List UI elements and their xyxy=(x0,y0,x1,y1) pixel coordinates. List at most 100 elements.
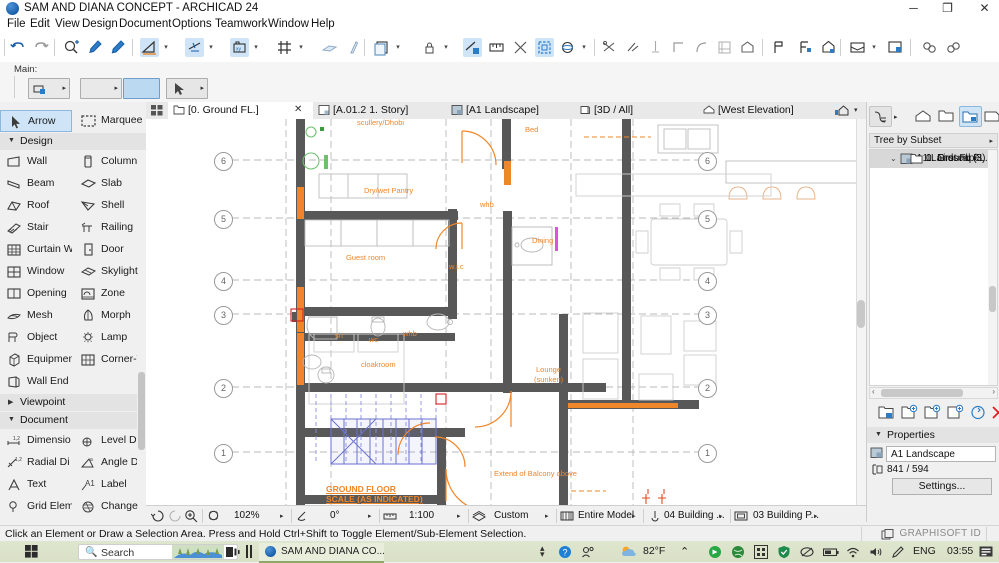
fit-in-window-icon[interactable] xyxy=(207,509,221,526)
grid-bubble-left-1[interactable]: 1 xyxy=(214,444,233,463)
properties-header[interactable]: ▼ Properties xyxy=(867,427,999,443)
people-icon[interactable] xyxy=(581,545,595,559)
graphisoft-id-icon[interactable] xyxy=(881,529,894,540)
magic-wand-icon[interactable] xyxy=(344,38,363,57)
zoom-level-value[interactable]: 102% xyxy=(234,510,260,521)
grid-bubble-left-3[interactable]: 3 xyxy=(214,306,233,325)
penset-value[interactable]: 04 Building ... xyxy=(664,510,725,521)
clock[interactable]: 03:55 xyxy=(947,545,973,557)
tree-by-subset-selector[interactable]: Tree by Subset ▸ xyxy=(869,133,998,148)
teamwork-send-icon[interactable] xyxy=(920,38,939,57)
pause-icon[interactable] xyxy=(244,545,254,561)
orientation-icon[interactable] xyxy=(295,509,309,526)
layers-caret[interactable]: ▾ xyxy=(394,44,402,52)
guide-lines-caret[interactable]: ▾ xyxy=(162,44,170,52)
tray-nodisturb-icon[interactable] xyxy=(800,545,814,559)
save-view-icon[interactable] xyxy=(886,38,905,57)
grid-bubble-right-4[interactable]: 4 xyxy=(698,272,717,291)
grid-bubble-left-4[interactable]: 4 xyxy=(214,272,233,291)
language-indicator[interactable]: ENG xyxy=(913,545,936,557)
scale-caret[interactable]: ▸ xyxy=(457,512,461,520)
grid-bubble-left-5[interactable]: 5 xyxy=(214,210,233,229)
tool-change[interactable]: Change xyxy=(74,496,146,518)
tool-object[interactable]: Object xyxy=(0,327,72,349)
modelview-value[interactable]: 03 Building P... xyxy=(753,510,819,521)
tray-battery-icon[interactable] xyxy=(822,545,839,559)
tool-level-dimension[interactable]: Level Dim xyxy=(74,430,146,452)
delete-icon[interactable] xyxy=(990,404,999,422)
tool-equipment[interactable]: Equipmen xyxy=(0,349,72,371)
grid-bubble-left-2[interactable]: 2 xyxy=(214,379,233,398)
tray-security-icon[interactable] xyxy=(777,545,791,559)
tab-a1-landscape[interactable]: [A1 Landscape] xyxy=(446,102,574,119)
canvas-scroll-thumb[interactable] xyxy=(857,300,865,328)
project-map-icon[interactable] xyxy=(913,106,936,127)
snap-points-caret[interactable]: ▾ xyxy=(207,44,215,52)
help-icon[interactable]: ? xyxy=(558,545,572,559)
gravity-icon[interactable] xyxy=(320,38,339,57)
lock-icon[interactable] xyxy=(420,38,439,57)
windows-start-icon[interactable] xyxy=(25,545,38,558)
favorites-box[interactable]: ▸ xyxy=(80,78,122,99)
tool-railing[interactable]: Railing xyxy=(74,217,146,239)
update-icon[interactable] xyxy=(969,404,988,422)
tool-arrow[interactable]: Arrow xyxy=(0,110,72,132)
element-transfer-icon[interactable] xyxy=(463,38,482,57)
modelview-icon[interactable] xyxy=(734,509,748,526)
tool-shell[interactable]: Shell xyxy=(74,195,146,217)
tool-morph[interactable]: Morph xyxy=(74,305,146,327)
tool-mesh[interactable]: Mesh xyxy=(0,305,72,327)
tab-close-icon[interactable]: ✕ xyxy=(294,104,302,115)
tab-west-elevation[interactable]: [West Elevation] xyxy=(698,102,828,119)
grid-bubble-right-5[interactable]: 5 xyxy=(698,210,717,229)
grid-snap-caret[interactable]: ▾ xyxy=(297,44,305,52)
tree-vertical-scrollbar[interactable] xyxy=(988,150,997,385)
arrow-tool-caret[interactable]: ▸ xyxy=(200,84,204,92)
tree-by-subset-caret[interactable]: ▸ xyxy=(989,137,993,145)
tool-curtain-wall[interactable]: Curtain W xyxy=(0,239,72,261)
tool-zone[interactable]: Zone xyxy=(74,283,146,305)
menu-edit[interactable]: Edit xyxy=(30,18,50,30)
color-swatch-box[interactable] xyxy=(123,78,160,99)
tool-wall-end[interactable]: Wall End xyxy=(0,371,72,393)
orbit-icon[interactable] xyxy=(558,38,577,57)
floor-plan-canvas[interactable]: 6 5 4 3 2 1 6 5 4 3 2 1 scullery/Dhobi B… xyxy=(146,119,866,505)
snap-guides-icon[interactable]: xy xyxy=(230,38,249,57)
tool-fill[interactable]: Fill xyxy=(0,518,72,522)
grid-bubble-right-2[interactable]: 2 xyxy=(698,379,717,398)
grid-bubble-left-6[interactable]: 6 xyxy=(214,152,233,171)
orientation-value[interactable]: 0° xyxy=(330,510,340,521)
zoom-in-icon[interactable] xyxy=(184,509,198,526)
tool-roof[interactable]: Roof xyxy=(0,195,72,217)
tab-3d-all[interactable]: [3D / All] xyxy=(574,102,698,119)
tab-ground-floor[interactable]: [0. Ground FL.] ✕ xyxy=(168,102,313,119)
previous-zoom-icon[interactable] xyxy=(150,509,165,526)
navigator-tree[interactable]: 1. First Fl. › A.01.3 2. Story ⌄ A.02 El… xyxy=(869,149,998,386)
layers-icon[interactable] xyxy=(372,38,391,57)
new-masterlayout-icon[interactable] xyxy=(900,404,919,422)
next-zoom-icon[interactable] xyxy=(168,509,182,526)
tree-scroll-thumb[interactable] xyxy=(989,286,996,312)
notification-icon[interactable] xyxy=(979,545,993,559)
multiply-icon[interactable] xyxy=(715,38,734,57)
weather-widget-icon[interactable] xyxy=(172,545,224,562)
tab-grid-icon[interactable] xyxy=(150,104,163,117)
tool-column[interactable]: Column xyxy=(74,151,146,173)
grid-snap-icon[interactable] xyxy=(275,38,294,57)
menu-file[interactable]: File xyxy=(7,18,26,30)
split-icon[interactable] xyxy=(646,38,665,57)
toolbox-scroll-thumb[interactable] xyxy=(138,372,145,450)
taskbar-app-archicad[interactable]: SAM AND DIANA CO... xyxy=(259,543,385,563)
tray-green-circle-icon[interactable] xyxy=(708,545,722,559)
favorites-caret[interactable]: ▸ xyxy=(114,84,118,92)
view-icon[interactable] xyxy=(848,38,867,57)
home-story-icon[interactable] xyxy=(819,38,838,57)
layer-combo-caret[interactable]: ▸ xyxy=(545,512,549,520)
tray-chevron-icon[interactable]: ⌃ xyxy=(680,545,689,558)
updown-arrows-icon[interactable]: ▴ ▾ xyxy=(540,544,545,559)
tray-volume-icon[interactable] xyxy=(869,545,883,559)
menu-window[interactable]: Window xyxy=(268,18,309,30)
hscroll-right-arrow[interactable]: › xyxy=(992,387,995,396)
menu-document[interactable]: Document xyxy=(119,18,171,30)
toolbox-group-viewpoint[interactable]: ▶ Viewpoint xyxy=(0,394,146,411)
